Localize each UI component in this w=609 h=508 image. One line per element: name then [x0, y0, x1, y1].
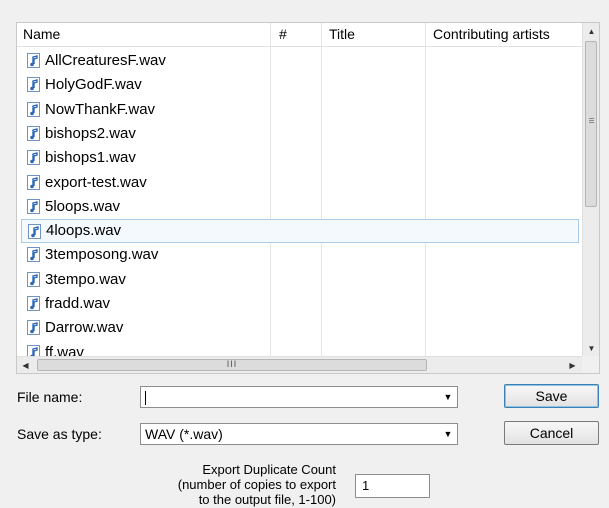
file-name-text: 5loops.wav [45, 197, 121, 215]
file-name-label: File name: [17, 389, 83, 405]
file-name-text: fradd.wav [45, 295, 111, 312]
file-name-input[interactable]: ▼ [140, 386, 458, 408]
horizontal-scrollbar[interactable]: ◀ III ▶ [17, 356, 583, 373]
duplicate-count-line: to the output file, 1-100) [198, 492, 336, 507]
duplicate-count-input[interactable]: 1 [355, 474, 430, 498]
duplicate-count-label: Export Duplicate Count (number of copies… [150, 462, 336, 507]
save-as-type-label: Save as type: [17, 426, 102, 442]
cancel-button[interactable]: Cancel [504, 421, 599, 445]
file-name-text: export-test.wav [45, 173, 147, 191]
duplicate-count-line: Export Duplicate Count [202, 462, 336, 477]
audio-file-icon [27, 174, 40, 190]
file-name-text: 3tempo.wav [45, 270, 126, 288]
audio-file-icon [28, 224, 41, 240]
file-name-text: Darrow.wav [45, 319, 124, 337]
grip-line [589, 118, 594, 119]
column-header-row: Name # Title Contributing artists [17, 23, 583, 47]
list-item[interactable]: 3temposong.wav [21, 243, 579, 266]
list-item[interactable]: export-test.wav [21, 171, 579, 194]
audio-file-icon [27, 53, 40, 68]
file-name-text: HolyGodF.wav [45, 76, 142, 94]
audio-file-icon [27, 101, 40, 117]
text-caret [145, 391, 146, 406]
list-item[interactable]: bishops1.wav [21, 146, 579, 169]
list-item[interactable]: 4loops.wav [21, 219, 579, 244]
list-item[interactable]: 3tempo.wav [21, 268, 579, 291]
vertical-scrollbar[interactable]: ▲ ▼ [582, 23, 599, 357]
column-number[interactable]: # [273, 23, 323, 46]
list-item[interactable]: Darrow.wav [21, 316, 579, 339]
list-item[interactable]: AllCreaturesF.wav [21, 49, 579, 72]
save-button[interactable]: Save [504, 384, 599, 408]
scroll-left-arrow-icon[interactable]: ◀ [17, 357, 34, 373]
chevron-down-icon[interactable]: ▼ [440, 388, 456, 406]
column-contributing-artists[interactable]: Contributing artists [427, 23, 583, 46]
audio-file-icon [27, 125, 40, 141]
file-name-text: bishops2.wav [45, 124, 136, 142]
list-item[interactable]: HolyGodF.wav [21, 73, 579, 96]
list-item[interactable]: 5loops.wav [21, 195, 579, 218]
audio-file-icon [27, 247, 40, 263]
list-item[interactable]: bishops2.wav [21, 122, 579, 145]
file-name-text: AllCreaturesF.wav [45, 52, 166, 69]
duplicate-count-line: (number of copies to export [177, 477, 336, 492]
audio-file-icon [27, 271, 40, 287]
audio-file-icon [27, 150, 40, 166]
column-name[interactable]: Name [17, 23, 280, 46]
grip-line [589, 122, 594, 123]
scrollbar-corner [582, 356, 599, 373]
scroll-down-arrow-icon[interactable]: ▼ [583, 340, 599, 357]
horizontal-scroll-thumb[interactable]: III [37, 359, 427, 371]
audio-file-icon [27, 77, 40, 93]
file-name-text: bishops1.wav [45, 149, 136, 167]
save-as-type-select[interactable]: WAV (*.wav) ▼ [140, 423, 458, 445]
save-as-type-value: WAV (*.wav) [145, 426, 223, 442]
file-name-text: 3temposong.wav [45, 246, 159, 264]
grip-line [589, 120, 594, 121]
list-item[interactable]: fradd.wav [21, 292, 579, 315]
audio-file-icon [27, 296, 40, 311]
column-title[interactable]: Title [323, 23, 427, 46]
file-name-text: NowThankF.wav [45, 100, 156, 118]
file-list[interactable]: Name # Title Contributing artists AllCre… [16, 22, 600, 374]
file-name-text: 4loops.wav [46, 222, 122, 240]
audio-file-icon [27, 320, 40, 336]
list-item[interactable]: NowThankF.wav [21, 98, 579, 121]
audio-file-icon [27, 198, 40, 214]
chevron-down-icon[interactable]: ▼ [440, 425, 456, 443]
vertical-scroll-thumb[interactable] [585, 41, 597, 207]
scroll-up-arrow-icon[interactable]: ▲ [583, 23, 599, 40]
scroll-right-arrow-icon[interactable]: ▶ [564, 357, 581, 373]
